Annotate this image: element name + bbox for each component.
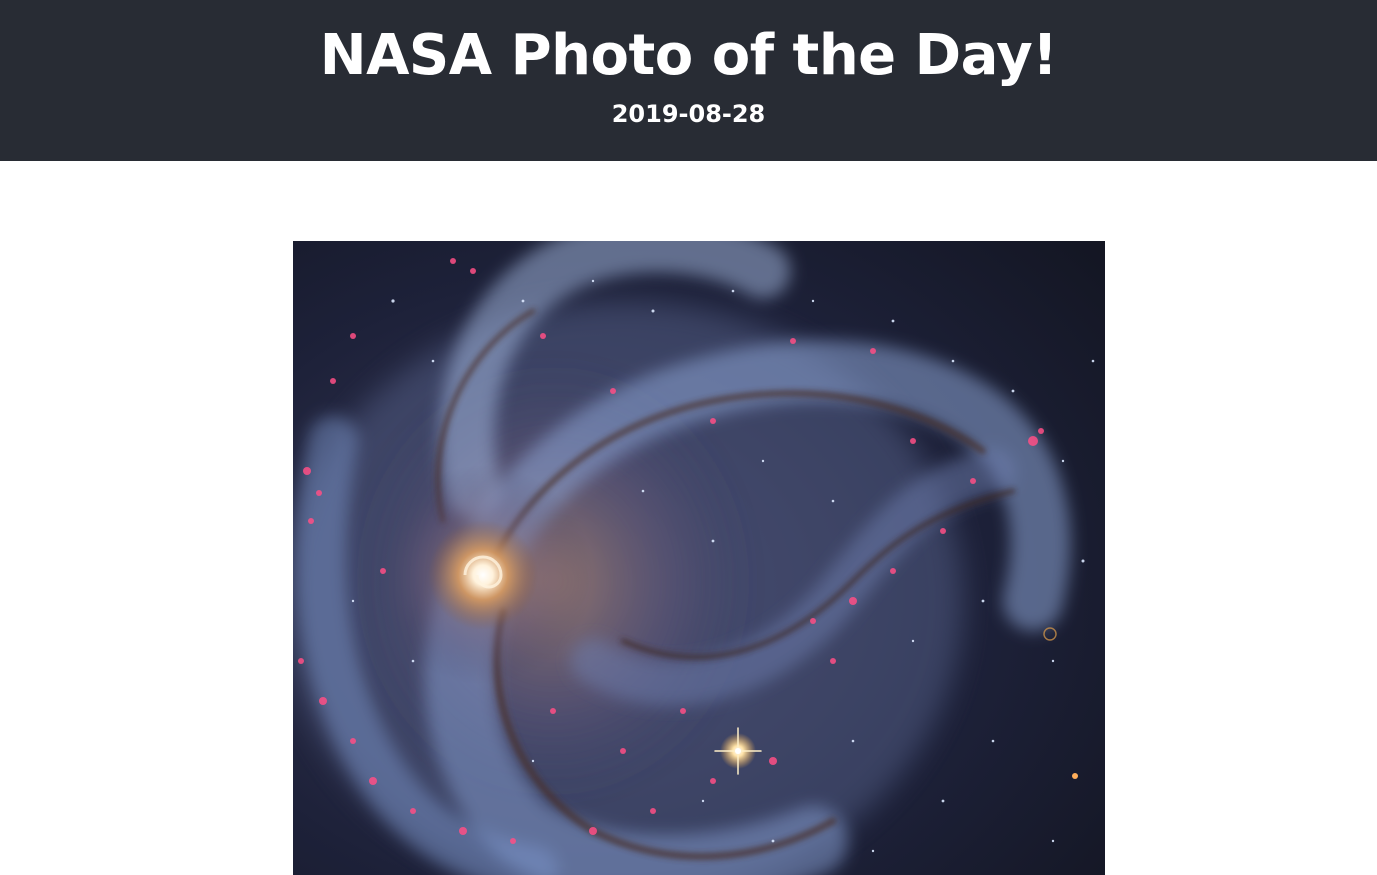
page-header: NASA Photo of the Day! 2019-08-28 <box>0 0 1377 161</box>
photo-date: 2019-08-28 <box>611 100 766 128</box>
galaxy-image <box>293 241 1105 875</box>
page-title: NASA Photo of the Day! <box>319 23 1058 88</box>
photo-of-the-day <box>293 241 1105 875</box>
